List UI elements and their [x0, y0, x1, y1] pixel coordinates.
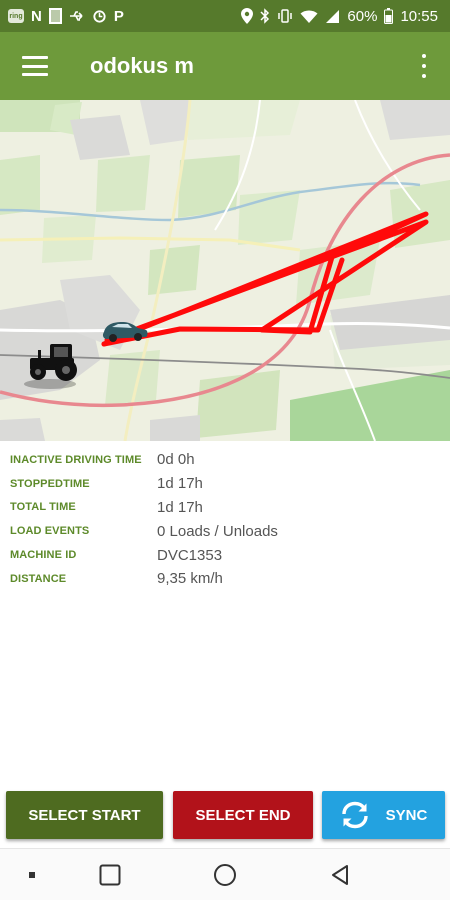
menu-icon[interactable]: [22, 56, 48, 76]
sync-icon: [340, 801, 370, 829]
battery-icon: [384, 8, 394, 24]
detail-label: MACHINE ID: [10, 549, 77, 562]
detail-value: 1d 17h: [157, 498, 203, 516]
ring-icon: ring: [8, 9, 24, 23]
detail-value: DVC1353: [157, 546, 223, 564]
clock: 10:55: [400, 7, 438, 25]
sync-icon: [92, 9, 107, 24]
detail-label: DISTANCE: [10, 572, 67, 585]
detail-label: INACTIVE DRIVING TIME: [10, 453, 142, 466]
n-icon: N: [31, 7, 42, 25]
detail-label: TOTAL TIME: [10, 501, 76, 514]
sync-button[interactable]: SYNC: [322, 791, 445, 839]
detail-row-stopped-time: STOPPEDTIME 1d 17h: [10, 472, 440, 496]
vibrate-icon: [277, 8, 293, 24]
detail-value: 9,35 km/h: [157, 570, 223, 588]
detail-label: STOPPEDTIME: [10, 477, 90, 490]
usb-icon: [69, 10, 85, 22]
home-button-icon[interactable]: [195, 849, 255, 901]
map-canvas: [0, 100, 450, 441]
trip-details: INACTIVE DRIVING TIME 0d 0h STOPPEDTIME …: [0, 442, 450, 591]
status-right-icons: 60% 10:55: [241, 8, 438, 25]
location-icon: [241, 8, 254, 24]
detail-value: 0d 0h: [157, 451, 195, 469]
map-view[interactable]: [0, 100, 450, 441]
wifi-icon: [300, 9, 318, 24]
detail-row-inactive-driving-time: INACTIVE DRIVING TIME 0d 0h: [10, 448, 440, 472]
detail-label: LOAD EVENTS: [10, 525, 90, 538]
bluetooth-icon: [260, 8, 270, 24]
page-title: odokus m: [90, 53, 194, 78]
signal-icon: [325, 9, 340, 24]
detail-row-distance: DISTANCE 9,35 km/h: [10, 567, 440, 591]
system-navigation-bar: [0, 848, 450, 900]
overview-button-icon[interactable]: [80, 849, 140, 901]
recent-dot-icon[interactable]: [2, 849, 62, 901]
status-left-icons: ring N P: [8, 8, 124, 25]
sim-icon: [48, 8, 62, 24]
status-bar: ring N P 60% 10:55: [0, 0, 450, 32]
battery-percent: 60%: [347, 7, 378, 25]
detail-row-machine-id: MACHINE ID DVC1353: [10, 543, 440, 567]
action-buttons: SELECT START SELECT END SYNC: [0, 791, 450, 841]
detail-row-load-events: LOAD EVENTS 0 Loads / Unloads: [10, 519, 440, 543]
parking-icon: P: [113, 7, 124, 25]
detail-value: 0 Loads / Unloads: [157, 522, 278, 540]
app-bar: odokus m: [0, 32, 450, 100]
select-end-button[interactable]: SELECT END: [173, 791, 313, 839]
select-start-button[interactable]: SELECT START: [6, 791, 163, 839]
overflow-menu-icon[interactable]: [414, 54, 434, 78]
detail-row-total-time: TOTAL TIME 1d 17h: [10, 496, 440, 520]
sync-button-label: SYNC: [385, 806, 428, 824]
detail-value: 1d 17h: [157, 475, 203, 493]
back-button-icon[interactable]: [310, 849, 370, 901]
